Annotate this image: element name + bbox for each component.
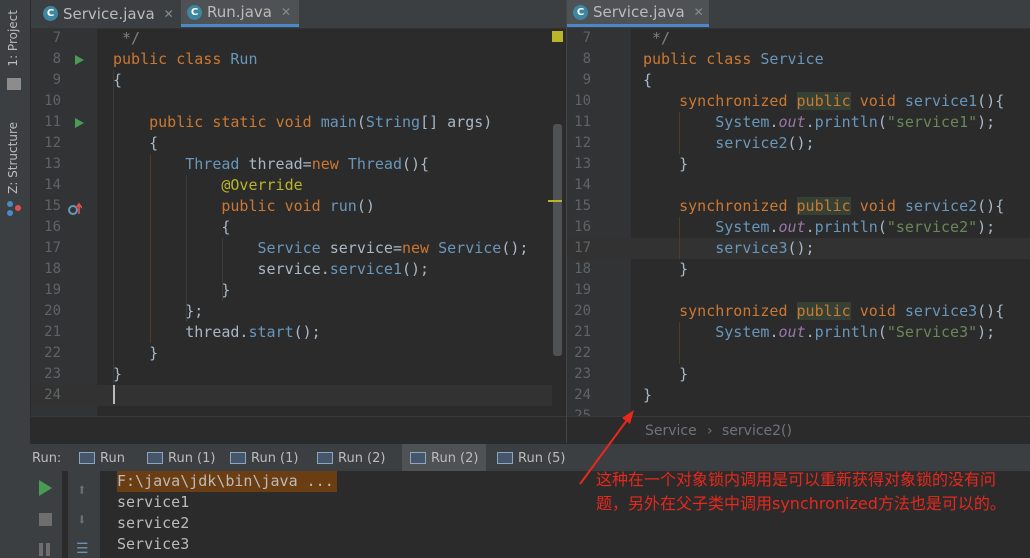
code-line: service.service1(); [113, 260, 430, 278]
structure-icon [6, 200, 22, 216]
arrow-down-icon[interactable]: ⬇ [77, 510, 87, 529]
run-tab[interactable]: Run (1) [147, 444, 215, 472]
code-line: synchronized public void service2(){ [679, 197, 1005, 215]
console-output-line: service2 [117, 514, 190, 532]
inspection-status-icon[interactable] [552, 31, 563, 42]
warning-stripe[interactable] [548, 200, 562, 202]
text-cursor [113, 385, 115, 404]
run-tab[interactable]: Run (2) [317, 444, 385, 472]
current-line-highlight [31, 385, 552, 406]
code-line: Service service=new Service(); [257, 239, 529, 257]
code-line: }; [113, 302, 204, 320]
run-tab-active[interactable]: Run (2) [402, 444, 487, 472]
console-icon [79, 452, 95, 464]
code-line: System.out.println("Service3"); [715, 323, 996, 341]
console-icon [410, 452, 426, 464]
code-line: */ [122, 29, 141, 47]
code-line: public static void main(String[] args) [149, 113, 493, 131]
soft-wrap-icon[interactable]: ☰ [76, 541, 89, 557]
run-toolbar-left [30, 471, 62, 558]
run-toolbar-right: ⬆ ⬇ ☰ [68, 471, 100, 558]
code-line: } [643, 365, 689, 383]
vertical-scrollbar[interactable] [553, 124, 562, 356]
project-tool-tab[interactable]: 1: Project [6, 10, 20, 67]
run-tab[interactable]: Run (5) [497, 444, 565, 472]
console-output-line: service1 [117, 493, 190, 511]
code-line: synchronized public void service3(){ [679, 302, 1005, 320]
code-line: } [113, 281, 231, 299]
chevron-right-icon: › [707, 423, 713, 439]
code-line: @Override [221, 176, 303, 194]
breadcrumb-method[interactable]: service2() [722, 423, 792, 439]
class-icon: C [573, 4, 588, 20]
run-tab[interactable]: Run [79, 444, 125, 472]
class-icon: C [187, 4, 202, 20]
code-line: service2(); [715, 134, 815, 152]
console-icon [497, 452, 513, 464]
code-line: } [113, 344, 159, 362]
class-icon: C [43, 6, 58, 21]
pause-icon[interactable] [39, 543, 43, 556]
override-method-icon[interactable] [68, 201, 83, 215]
right-editor-area[interactable]: 7 8 9 10 11 12 13 14 15 16 17 18 19 20 2… [567, 28, 1030, 416]
code-line: service3(); [715, 239, 815, 257]
run-tab[interactable]: Run (1) [230, 444, 298, 472]
code-line: Thread thread=new Thread(){ [185, 155, 430, 173]
console-command-line: F:\java\jdk\bin\java ... [117, 471, 337, 492]
rerun-icon[interactable] [39, 480, 52, 496]
console-icon [230, 452, 246, 464]
console-output-line: Service3 [117, 535, 190, 553]
tab-run-java[interactable]: C Run.java ✕ [181, 0, 299, 27]
tab-service-java-right[interactable]: C Service.java ✕ [567, 0, 709, 27]
code-line: } [643, 155, 689, 173]
console-icon [317, 452, 333, 464]
close-icon[interactable]: ✕ [164, 7, 174, 21]
tab-service-java-left[interactable]: C Service.java ✕ [37, 0, 177, 27]
code-line: public class Service [643, 50, 824, 68]
left-editor-tabbar: C Service.java ✕ C Run.java ✕ [31, 0, 566, 29]
annotation-note: 这种在一个对象锁内调用是可以重新获得对象锁的没有问题，另外在父子类中调用sync… [596, 470, 1006, 513]
code-line: */ [652, 29, 671, 47]
code-line: } [113, 365, 123, 383]
stop-icon[interactable] [39, 513, 52, 526]
code-line: { [113, 134, 159, 152]
code-line: { [643, 71, 653, 89]
code-line: System.out.println("service1"); [715, 113, 996, 131]
code-line: public class Run [113, 50, 258, 68]
right-editor-tabbar: C Service.java ✕ [567, 0, 1030, 29]
structure-tool-tab[interactable]: Z: Structure [6, 122, 20, 194]
close-icon[interactable]: ✕ [694, 5, 704, 19]
console-icon [147, 452, 163, 464]
breadcrumb-class[interactable]: Service [645, 423, 697, 439]
code-line: System.out.println("service2"); [715, 218, 996, 236]
code-line: { [113, 218, 231, 236]
code-line: synchronized public void service1(){ [679, 92, 1005, 110]
folder-icon [7, 78, 21, 90]
run-gutter-icon[interactable] [75, 118, 84, 128]
run-panel-label: Run: [32, 450, 62, 466]
code-line: thread.start(); [113, 323, 321, 341]
code-line: public void run() [221, 197, 375, 215]
code-line: { [113, 71, 123, 89]
run-gutter-icon[interactable] [75, 55, 84, 65]
left-editor-area[interactable]: 7 8 9 10 11 12 13 14 15 16 17 18 19 20 2… [31, 28, 566, 416]
arrow-up-icon[interactable]: ⬆ [77, 480, 87, 499]
close-icon[interactable]: ✕ [281, 5, 291, 19]
left-tool-sidebar: 1: Project Z: Structure [0, 0, 31, 448]
code-line: } [643, 260, 689, 278]
